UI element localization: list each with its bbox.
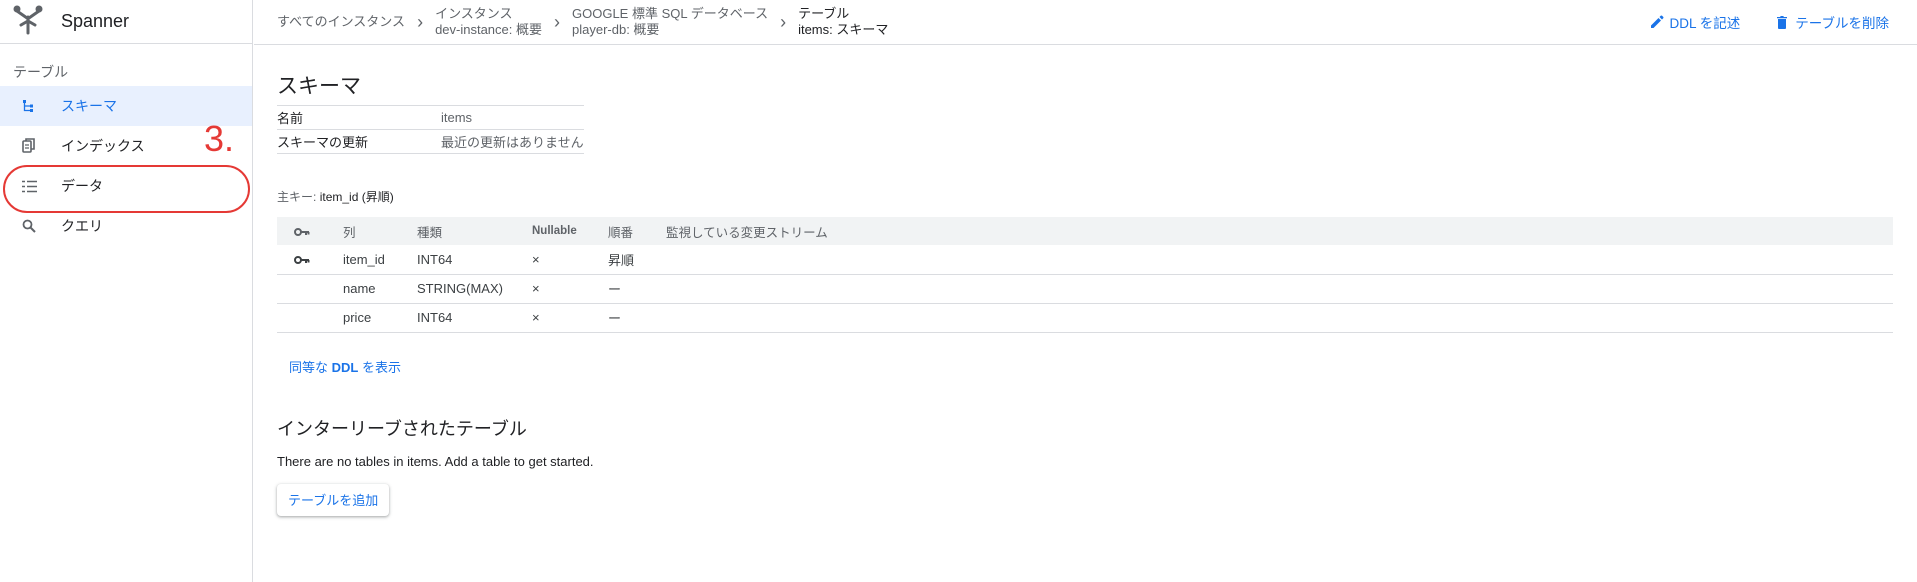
- columns-table: 列 種類 Nullable 順番 監視している変更ストリーム item_id I…: [277, 217, 1893, 333]
- breadcrumb-line: GOOGLE 標準 SQL データベース: [572, 6, 769, 21]
- sidebar-item-label: インデックス: [61, 138, 145, 154]
- primary-key-label: 主キー:: [277, 190, 317, 204]
- toolbar-actions: DDL を記述 テーブルを削除: [1615, 12, 1917, 32]
- schema-details: 名前 items スキーマの更新 最近の更新はありません: [277, 105, 584, 154]
- schema-name-label: 名前: [277, 111, 304, 126]
- sidebar-item-data[interactable]: データ: [0, 166, 252, 206]
- sidebar-item-label: クエリ: [61, 218, 103, 234]
- breadcrumb-line: player-db: 概要: [572, 22, 660, 37]
- header-nullable: Nullable: [532, 217, 608, 245]
- add-table-button[interactable]: テーブルを追加: [277, 483, 390, 516]
- sidebar-item-label: スキーマ: [61, 98, 117, 114]
- cell-nullable: ×: [532, 303, 608, 333]
- interleaved-title: インターリーブされたテーブル: [277, 418, 527, 439]
- header-type: 種類: [417, 217, 532, 245]
- table-row: price INT64 × ー: [277, 303, 1893, 333]
- schema-update-row: スキーマの更新 最近の更新はありません: [277, 130, 584, 154]
- cell-order: ー: [608, 303, 666, 333]
- schema-title: スキーマ: [277, 75, 361, 98]
- header-order: 順番: [608, 217, 666, 245]
- cell-type: INT64: [417, 303, 532, 333]
- nav-heading: テーブル: [13, 64, 69, 80]
- index-icon: [20, 137, 38, 155]
- sidebar: Spanner テーブル スキーマ インデックス データ クエリ 3.: [0, 0, 253, 582]
- row-key-cell: [277, 274, 343, 304]
- breadcrumb-line: すべてのインスタンス: [277, 14, 406, 29]
- ddl-link-prefix: 同等な: [289, 359, 332, 375]
- main-content: スキーマ 名前 items スキーマの更新 最近の更新はありません 主キー: i…: [277, 45, 1893, 516]
- write-ddl-button[interactable]: DDL を記述: [1649, 12, 1741, 32]
- primary-key-value: item_id (昇順): [319, 190, 394, 204]
- app-name: Spanner: [61, 11, 130, 31]
- interleaved-empty-text: There are no tables in items. Add a tabl…: [277, 453, 594, 469]
- breadcrumb-line: items: スキーマ: [798, 22, 889, 37]
- schema-update-label: スキーマの更新: [277, 135, 369, 150]
- table-row: item_id INT64 × 昇順: [277, 245, 1893, 275]
- row-key-cell: [277, 303, 343, 333]
- ddl-link-suffix: を表示: [358, 359, 401, 375]
- breadcrumb-line: テーブル: [798, 6, 850, 21]
- breadcrumb-database[interactable]: GOOGLE 標準 SQL データベース player-db: 概要: [572, 6, 768, 38]
- cell-streams: [666, 274, 1893, 304]
- breadcrumb: すべてのインスタンス › インスタンス dev-instance: 概要 › G…: [254, 0, 888, 44]
- write-ddl-label: DDL を記述: [1669, 16, 1741, 31]
- primary-key: 主キー: item_id (昇順): [277, 188, 1893, 205]
- annotation-step-number: 3.: [204, 118, 235, 159]
- cell-column-name: price: [343, 303, 417, 333]
- columns-table-header: 列 種類 Nullable 順番 監視している変更ストリーム: [277, 217, 1893, 245]
- delete-table-label: テーブルを削除: [1795, 16, 1889, 31]
- header-column: 列: [343, 217, 417, 245]
- key-icon: [294, 256, 310, 265]
- cell-nullable: ×: [532, 274, 608, 304]
- top-bar: すべてのインスタンス › インスタンス dev-instance: 概要 › G…: [254, 0, 1917, 45]
- chevron-right-icon: ›: [417, 12, 424, 32]
- row-key-cell: [277, 245, 343, 275]
- cell-column-name: name: [343, 274, 417, 304]
- data-icon: [20, 177, 38, 195]
- cell-type: INT64: [417, 245, 532, 275]
- breadcrumb-instance[interactable]: インスタンス dev-instance: 概要: [435, 6, 542, 38]
- chevron-right-icon: ›: [780, 12, 787, 32]
- trash-icon: [1777, 16, 1788, 29]
- ddl-link-bold: DDL: [331, 359, 359, 375]
- header-streams: 監視している変更ストリーム: [666, 217, 1893, 245]
- header-key-cell: [277, 217, 343, 245]
- cell-order: ー: [608, 274, 666, 304]
- search-icon: [20, 217, 38, 235]
- breadcrumb-table: テーブル items: スキーマ: [798, 6, 888, 38]
- breadcrumb-line: dev-instance: 概要: [435, 22, 542, 37]
- cell-column-name: item_id: [343, 245, 417, 275]
- sidebar-item-query[interactable]: クエリ: [0, 206, 252, 246]
- sidebar-item-label: データ: [61, 178, 103, 194]
- breadcrumb-all-instances[interactable]: すべてのインスタンス: [277, 14, 405, 30]
- cell-streams: [666, 245, 1893, 275]
- cell-nullable: ×: [532, 245, 608, 275]
- schema-name-value: items: [441, 110, 473, 125]
- schema-name-row: 名前 items: [277, 106, 584, 130]
- show-ddl-link[interactable]: 同等な DDL を表示: [289, 357, 401, 376]
- schema-icon: [20, 97, 38, 115]
- schema-update-value: 最近の更新はありません: [441, 135, 584, 150]
- pencil-icon: [1650, 15, 1664, 28]
- chevron-right-icon: ›: [554, 12, 560, 32]
- cell-order: 昇順: [608, 245, 666, 275]
- key-icon: [294, 227, 310, 236]
- table-row: name STRING(MAX) × ー: [277, 274, 1893, 304]
- spanner-logo-icon: [12, 3, 44, 40]
- breadcrumb-line: インスタンス: [435, 6, 513, 21]
- brand[interactable]: Spanner: [0, 0, 252, 44]
- cell-streams: [666, 303, 1893, 333]
- delete-table-button[interactable]: テーブルを削除: [1774, 12, 1889, 32]
- cell-type: STRING(MAX): [417, 274, 532, 304]
- sidebar-nav: スキーマ インデックス データ クエリ: [0, 86, 252, 246]
